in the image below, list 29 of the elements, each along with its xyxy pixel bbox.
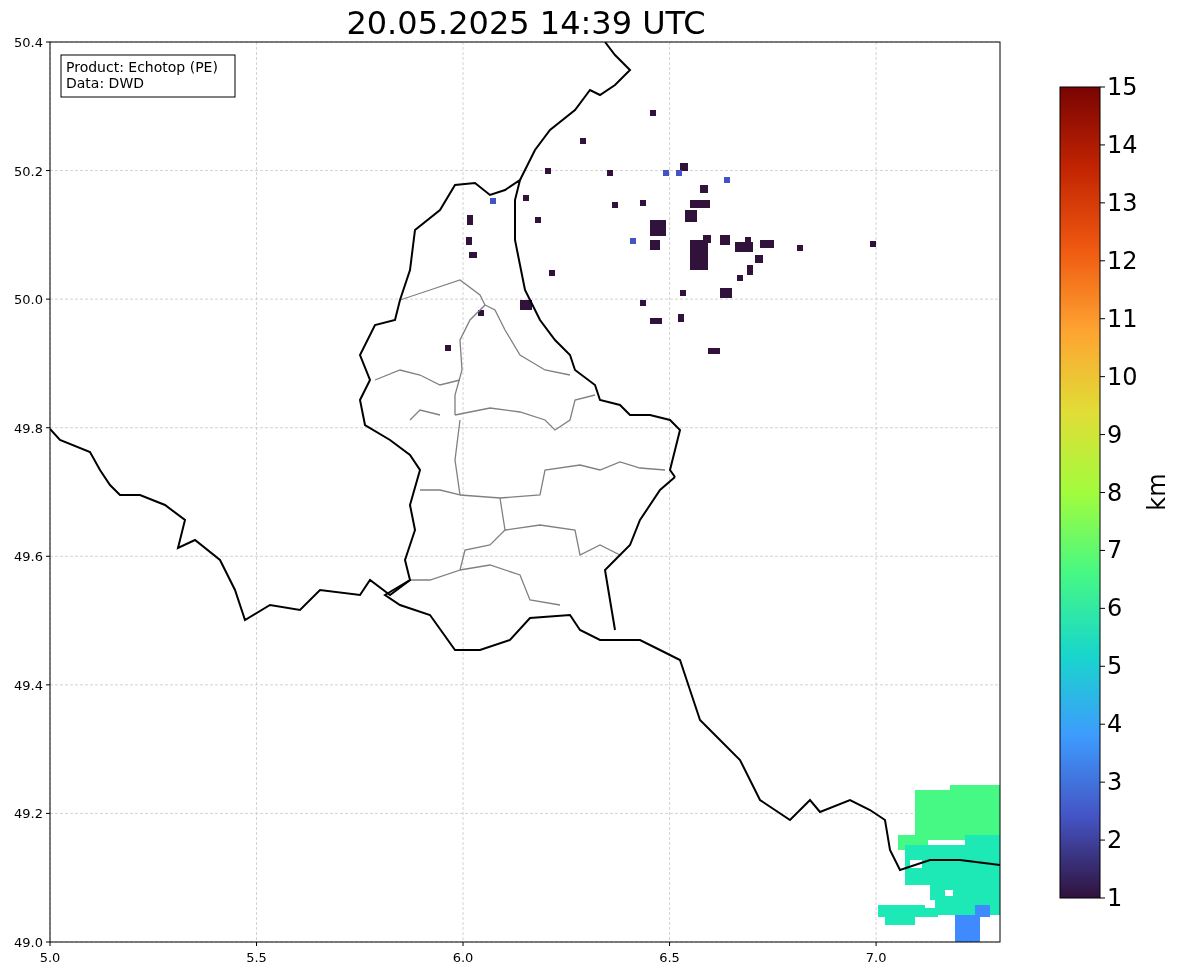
y-tick: 50.0 — [14, 292, 51, 308]
colorbar-tick: 5 — [1099, 652, 1123, 681]
colorbar-tick: 15 — [1099, 73, 1138, 101]
colorbar-tick: 1 — [1099, 884, 1123, 912]
colorbar-tick: 6 — [1099, 594, 1123, 623]
info-box: Product: Echotop (PE) Data: DWD — [60, 54, 236, 98]
colorbar-tick: 2 — [1099, 826, 1123, 855]
x-tick: 5.5 — [246, 941, 267, 965]
colorbar-tick: 9 — [1099, 420, 1123, 449]
colorbar-tick: 11 — [1099, 304, 1138, 333]
colorbar-tick: 3 — [1099, 768, 1123, 797]
colorbar-tick: 8 — [1099, 478, 1123, 507]
colorbar-tick: 12 — [1099, 246, 1138, 275]
colorbar-tick: 7 — [1099, 536, 1123, 565]
colorbar-tick: 14 — [1099, 130, 1138, 159]
colorbar-tick: 13 — [1099, 188, 1138, 217]
chart-title: 20.05.2025 14:39 UTC — [346, 4, 706, 42]
colorbar-tick: 4 — [1099, 710, 1123, 739]
colorbar-tick: 10 — [1099, 362, 1138, 391]
y-tick: 50.2 — [14, 163, 51, 179]
x-tick: 6.0 — [452, 941, 474, 965]
y-tick: 49.8 — [14, 420, 51, 436]
y-tick: 50.4 — [14, 35, 51, 50]
y-tick: 49.4 — [14, 677, 51, 693]
x-tick: 7.0 — [865, 941, 887, 965]
y-tick: 49.2 — [14, 806, 51, 822]
colorbar-label: km — [1143, 473, 1171, 511]
x-tick: 6.5 — [659, 941, 680, 965]
y-tick: 49.6 — [14, 549, 51, 565]
